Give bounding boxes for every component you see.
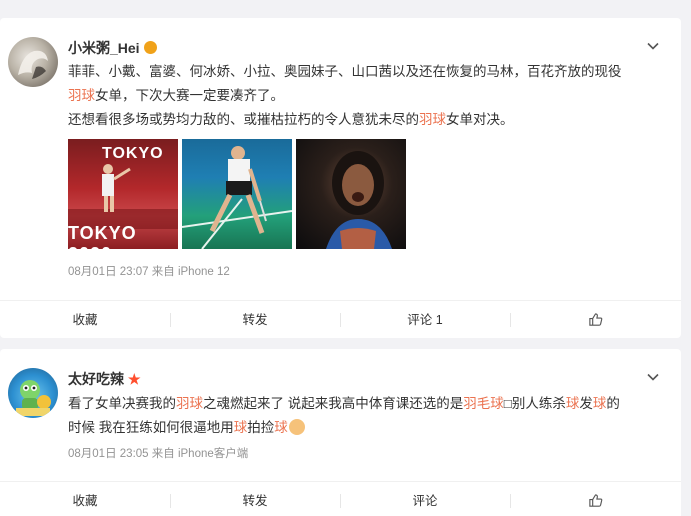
avatar-image [18, 50, 48, 79]
post-text-line: 菲菲、小戴、富婆、何冰娇、小拉、奥园妹子、山口茜以及还在恢复的马林，百花齐放的现… [68, 60, 668, 84]
comment-button[interactable]: 评论 [340, 482, 510, 516]
like-button[interactable] [510, 482, 680, 516]
photo-thumbnail[interactable]: TOKYO TOKYO 2020 [68, 139, 178, 249]
topic-highlight[interactable]: 球 [593, 396, 607, 411]
player-portrait-image [326, 151, 392, 249]
topic-highlight[interactable]: 羽球 [176, 396, 203, 411]
text-segment: 时候 我在狂练如何很逼地用 [68, 420, 234, 435]
topic-highlight[interactable]: 羽球 [419, 112, 446, 127]
action-bar: 收藏 转发 评论 [0, 481, 681, 516]
collect-button[interactable]: 收藏 [0, 482, 170, 516]
chevron-down-icon[interactable] [647, 371, 659, 383]
topic-highlight[interactable]: 球 [274, 420, 288, 435]
photo-thumbnail[interactable] [182, 139, 292, 249]
post-meta[interactable]: 08月01日 23:05 来自 iPhone客户端 [68, 445, 248, 461]
text-segment: 的 [606, 396, 620, 411]
photo-thumbnail[interactable] [296, 139, 406, 249]
text-segment: 之魂燃起来了 说起来我高中体育课还选的是 [203, 396, 464, 411]
post-text-line: 看了女单决赛我的羽球之魂燃起来了 说起来我高中体育课还选的是羽毛球□别人练杀球发… [68, 392, 668, 416]
post-text-line: 还想看很多场或势均力敌的、或摧枯拉朽的令人意犹未尽的羽球女单对决。 [68, 108, 668, 132]
comment-button[interactable]: 评论 1 [340, 301, 510, 339]
like-button[interactable] [510, 301, 680, 339]
text-segment: 拍捡 [247, 420, 275, 435]
post-text: 菲菲、小戴、富婆、何冰娇、小拉、奥园妹子、山口茜以及还在恢复的马林，百花齐放的现… [68, 60, 668, 132]
text-segment: 看了女单决赛我的 [68, 396, 176, 411]
text-segment: 女单对决。 [446, 112, 514, 127]
text-segment: 菲菲、小戴、富婆、何冰娇、小拉、奥园妹子、山口茜以及还在恢复的马林，百花齐放的现… [68, 64, 622, 79]
post-meta[interactable]: 08月01日 23:07 来自 iPhone 12 [68, 263, 230, 279]
thumbs-up-icon [588, 494, 602, 507]
action-bar: 收藏 转发 评论 1 [0, 300, 681, 338]
text-segment: 还想看很多场或势均力敌的、或摧枯拉朽的令人意犹未尽的 [68, 112, 419, 127]
photo-text: TOKYO 2020 [68, 223, 137, 249]
emoji-icon [288, 419, 305, 435]
badminton-player-image [182, 146, 292, 249]
username-text[interactable]: 太好吃辣 [68, 371, 124, 387]
username[interactable]: 太好吃辣 ★ [68, 369, 141, 389]
topic-highlight[interactable]: 球 [566, 396, 580, 411]
collect-button[interactable]: 收藏 [0, 301, 170, 339]
username-text[interactable]: 小米粥_Hei [68, 40, 140, 56]
repost-button[interactable]: 转发 [170, 482, 340, 516]
chevron-down-icon[interactable] [647, 40, 659, 52]
topic-highlight[interactable]: 球 [234, 420, 248, 435]
feed-card: 小米粥_Hei 菲菲、小戴、富婆、何冰娇、小拉、奥园妹子、山口茜以及还在恢复的马… [0, 18, 681, 338]
post-text-line: 羽球女单，下次大赛一定要凑齐了。 [68, 84, 668, 108]
text-segment: □别人练杀 [503, 396, 566, 411]
repost-button[interactable]: 转发 [170, 301, 340, 339]
text-segment: 发 [579, 396, 593, 411]
vip-crown-icon [143, 41, 157, 54]
star-badge-icon: ★ [128, 371, 141, 387]
avatar[interactable] [8, 368, 58, 418]
topic-highlight[interactable]: 羽毛球 [463, 396, 504, 411]
thumbs-up-icon [588, 313, 602, 326]
feed-card: 太好吃辣 ★ 看了女单决赛我的羽球之魂燃起来了 说起来我高中体育课还选的是羽毛球□… [0, 349, 681, 516]
text-segment: 女单，下次大赛一定要凑齐了。 [95, 88, 284, 103]
post-text: 看了女单决赛我的羽球之魂燃起来了 说起来我高中体育课还选的是羽毛球□别人练杀球发… [68, 392, 668, 440]
post-text-line: 时候 我在狂练如何很逼地用球拍捡球 [68, 416, 668, 440]
topic-highlight[interactable]: 羽球 [68, 88, 95, 103]
username[interactable]: 小米粥_Hei [68, 38, 157, 58]
avatar[interactable] [8, 37, 58, 87]
avatar-image [16, 380, 51, 416]
